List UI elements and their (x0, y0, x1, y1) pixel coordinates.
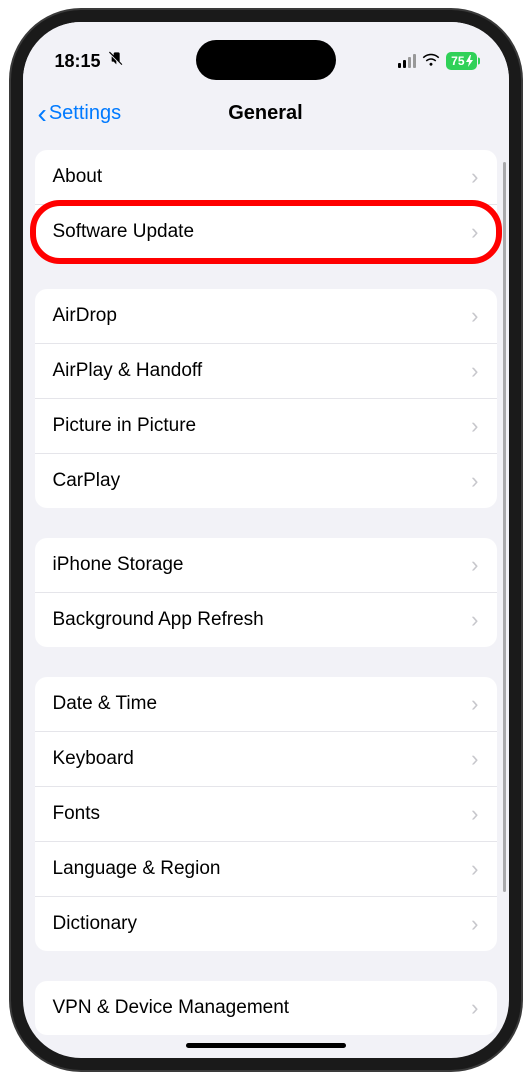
chevron-right-icon: › (471, 746, 478, 772)
chevron-right-icon: › (471, 552, 478, 578)
row-fonts[interactable]: Fonts › (35, 787, 497, 842)
row-label: Fonts (53, 803, 101, 825)
back-button[interactable]: ‹ Settings (38, 100, 122, 128)
row-software-update[interactable]: Software Update › (35, 205, 497, 259)
row-airplay-handoff[interactable]: AirPlay & Handoff › (35, 344, 497, 399)
row-label: CarPlay (53, 470, 121, 492)
chevron-right-icon: › (471, 691, 478, 717)
row-date-time[interactable]: Date & Time › (35, 677, 497, 732)
status-right: 75 (398, 52, 476, 71)
row-label: Background App Refresh (53, 609, 264, 631)
chevron-right-icon: › (471, 911, 478, 937)
content-area[interactable]: About › Software Update › AirDrop › AirP… (23, 145, 509, 1041)
settings-section: VPN & Device Management › (35, 981, 497, 1035)
row-label: iPhone Storage (53, 554, 184, 576)
row-carplay[interactable]: CarPlay › (35, 454, 497, 508)
chevron-left-icon: ‹ (38, 100, 47, 128)
settings-section: iPhone Storage › Background App Refresh … (35, 538, 497, 647)
back-label: Settings (49, 102, 121, 125)
row-background-app-refresh[interactable]: Background App Refresh › (35, 593, 497, 647)
chevron-right-icon: › (471, 995, 478, 1021)
cellular-icon (398, 54, 416, 68)
settings-section: Date & Time › Keyboard › Fonts › Languag… (35, 677, 497, 951)
row-label: AirPlay & Handoff (53, 360, 203, 382)
battery-indicator: 75 (446, 52, 476, 70)
silent-icon (107, 51, 123, 72)
home-indicator[interactable] (186, 1043, 346, 1048)
status-time: 18:15 (55, 51, 101, 72)
chevron-right-icon: › (471, 468, 478, 494)
settings-section: AirDrop › AirPlay & Handoff › Picture in… (35, 289, 497, 508)
chevron-right-icon: › (471, 219, 478, 245)
settings-section: About › Software Update › (35, 150, 497, 259)
page-title: General (228, 102, 302, 125)
row-label: Picture in Picture (53, 415, 197, 437)
phone-screen: 18:15 (23, 22, 509, 1058)
battery-percent: 75 (451, 54, 464, 68)
row-vpn-device-management[interactable]: VPN & Device Management › (35, 981, 497, 1035)
row-iphone-storage[interactable]: iPhone Storage › (35, 538, 497, 593)
chevron-right-icon: › (471, 303, 478, 329)
row-label: AirDrop (53, 305, 117, 327)
dynamic-island (196, 40, 336, 80)
row-label: About (53, 166, 103, 188)
row-label: VPN & Device Management (53, 997, 290, 1019)
chevron-right-icon: › (471, 413, 478, 439)
row-label: Software Update (53, 221, 195, 243)
row-label: Keyboard (53, 748, 134, 770)
chevron-right-icon: › (471, 164, 478, 190)
row-about[interactable]: About › (35, 150, 497, 205)
chevron-right-icon: › (471, 801, 478, 827)
chevron-right-icon: › (471, 358, 478, 384)
wifi-icon (422, 52, 440, 71)
row-label: Language & Region (53, 858, 221, 880)
row-picture-in-picture[interactable]: Picture in Picture › (35, 399, 497, 454)
nav-bar: ‹ Settings General (23, 82, 509, 145)
chevron-right-icon: › (471, 607, 478, 633)
row-label: Date & Time (53, 693, 158, 715)
row-airdrop[interactable]: AirDrop › (35, 289, 497, 344)
chevron-right-icon: › (471, 856, 478, 882)
row-keyboard[interactable]: Keyboard › (35, 732, 497, 787)
row-label: Dictionary (53, 913, 137, 935)
scroll-indicator[interactable] (503, 162, 506, 892)
status-left: 18:15 (55, 51, 123, 72)
row-dictionary[interactable]: Dictionary › (35, 897, 497, 951)
phone-frame: 18:15 (11, 10, 521, 1070)
row-language-region[interactable]: Language & Region › (35, 842, 497, 897)
